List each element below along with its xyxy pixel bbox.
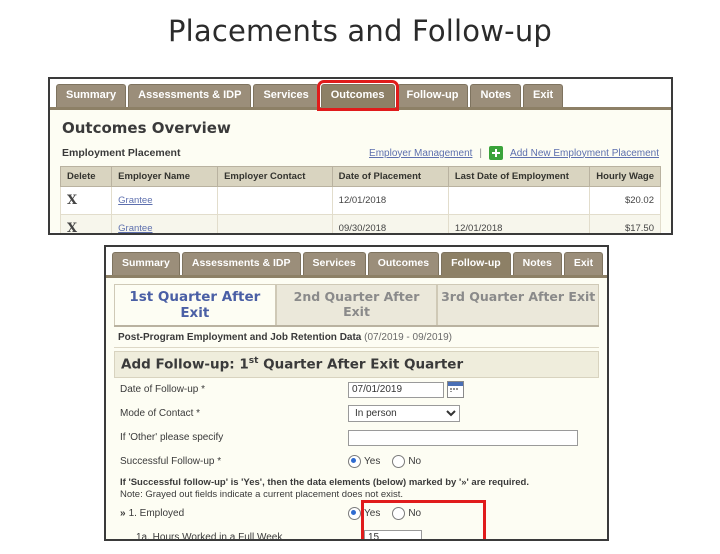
cell-hourly-wage: $20.02: [589, 186, 661, 215]
employed-yes-label: Yes: [364, 508, 381, 519]
required-note: If 'Successful follow-up' is 'Yes', then…: [114, 474, 599, 502]
successful-followup-row: Successful Follow-up * Yes No: [114, 450, 599, 474]
successful-no-label: No: [408, 456, 422, 467]
tab-followup[interactable]: Follow-up: [396, 84, 469, 107]
tab-services[interactable]: Services: [302, 252, 366, 275]
employed-no-label: No: [408, 508, 422, 519]
followup-screenshot: Summary Assessments & IDP Services Outco…: [104, 245, 609, 541]
tab-followup[interactable]: Follow-up: [441, 252, 511, 275]
other-specify-row: If 'Other' please specify: [114, 426, 599, 450]
required-note-line1: If 'Successful follow-up' is 'Yes', then…: [120, 476, 529, 488]
employer-management-link[interactable]: Employer Management: [369, 148, 472, 159]
cell-hourly-wage: $17.50: [589, 214, 661, 233]
add-followup-heading: Add Follow-up: 1st Quarter After Exit Qu…: [114, 351, 599, 378]
calendar-icon[interactable]: [447, 381, 464, 398]
tab-1st-quarter-after-exit[interactable]: 1st Quarter After Exit: [114, 284, 276, 325]
col-employer-name: Employer Name: [111, 166, 219, 187]
tab-exit[interactable]: Exit: [563, 252, 604, 275]
table-header-row: Delete Employer Name Employer Contact Da…: [59, 166, 661, 187]
tab-services[interactable]: Services: [253, 84, 319, 107]
mode-of-contact-label: Mode of Contact *: [120, 408, 201, 419]
col-date-of-placement: Date of Placement: [331, 166, 449, 187]
tab-2nd-quarter-after-exit[interactable]: 2nd Quarter After Exit: [275, 284, 438, 325]
followup-body: 1st Quarter After Exit 2nd Quarter After…: [106, 278, 607, 539]
successful-no-radio[interactable]: [392, 455, 406, 468]
page-title: Placements and Follow-up: [167, 14, 553, 48]
post-program-band: Post-Program Employment and Job Retentio…: [114, 327, 599, 348]
employed-no-radio[interactable]: [392, 507, 406, 520]
required-marker: »: [120, 508, 126, 519]
hours-worked-input[interactable]: [364, 529, 422, 539]
successful-yes-label: Yes: [364, 456, 381, 467]
successful-followup-label: Successful Follow-up *: [120, 456, 222, 467]
cell-employer-contact: [217, 214, 333, 233]
tab-summary[interactable]: Summary: [112, 252, 180, 275]
cell-employer-name: Grantee: [111, 214, 219, 233]
cell-date-of-placement: 09/30/2018: [331, 214, 449, 233]
employer-name-link[interactable]: Grantee: [118, 223, 152, 233]
mode-of-contact-row: Mode of Contact * In person: [114, 402, 599, 426]
col-hourly-wage: Hourly Wage: [589, 166, 661, 187]
employed-text: 1. Employed: [128, 508, 185, 519]
tab-outcomes[interactable]: Outcomes: [367, 252, 440, 275]
table-row: X Grantee 12/01/2018 $20.02: [59, 186, 661, 215]
tab-outcomes[interactable]: Outcomes: [316, 80, 399, 111]
outcomes-tabbar: Summary Assessments & IDP Services Outco…: [50, 79, 671, 111]
other-specify-input[interactable]: [348, 429, 578, 446]
col-delete: Delete: [59, 166, 113, 187]
cell-last-date: 12/01/2018: [447, 214, 591, 233]
table-row: X Grantee 09/30/2018 12/01/2018 $17.50: [59, 214, 661, 233]
quarter-tabs: 1st Quarter After Exit 2nd Quarter After…: [114, 284, 600, 327]
employment-placement-header: Employment Placement Employer Management…: [62, 146, 659, 160]
date-of-followup-input[interactable]: [348, 381, 444, 398]
add-employment-placement-link[interactable]: Add New Employment Placement: [510, 148, 659, 159]
successful-yes-radio[interactable]: [348, 455, 361, 468]
add-heading-pre: Add Follow-up: 1: [121, 356, 249, 373]
other-specify-label: If 'Other' please specify: [120, 432, 224, 443]
outcomes-screenshot: Summary Assessments & IDP Services Outco…: [48, 77, 673, 235]
band-range: (07/2019 - 09/2019): [364, 332, 452, 343]
employed-label: » 1. Employed: [120, 508, 348, 519]
tab-3rd-quarter-after-exit[interactable]: 3rd Quarter After Exit: [437, 284, 600, 325]
tab-assessments-idp[interactable]: Assessments & IDP: [128, 84, 252, 107]
col-employer-contact: Employer Contact: [217, 166, 333, 187]
cell-employer-contact: [217, 186, 333, 215]
date-of-followup-label: Date of Follow-up *: [120, 384, 206, 395]
link-separator: |: [479, 147, 483, 159]
mode-of-contact-select[interactable]: In person: [348, 405, 460, 422]
tab-notes[interactable]: Notes: [512, 252, 562, 275]
employed-row: » 1. Employed Yes No: [114, 502, 599, 526]
outcomes-heading: Outcomes Overview: [62, 119, 231, 137]
followup-tabbar: Summary Assessments & IDP Services Outco…: [106, 247, 607, 275]
hours-worked-row: 1a. Hours Worked in a Full Week: [114, 526, 599, 539]
plus-icon[interactable]: [489, 146, 504, 160]
outcomes-body: Outcomes Overview Employment Placement E…: [50, 110, 671, 233]
cell-date-of-placement: 12/01/2018: [331, 186, 449, 215]
band-text: Post-Program Employment and Job Retentio…: [118, 332, 362, 343]
tab-exit[interactable]: Exit: [523, 84, 564, 107]
delete-row-button[interactable]: X: [59, 186, 113, 215]
outcomes-actions: Employer Management | Add New Employment…: [369, 146, 659, 160]
tab-notes[interactable]: Notes: [470, 84, 522, 107]
add-heading-post: Quarter After Exit Quarter: [258, 356, 464, 373]
tab-summary[interactable]: Summary: [56, 84, 127, 107]
tab-assessments-idp[interactable]: Assessments & IDP: [181, 252, 301, 275]
employer-name-link[interactable]: Grantee: [118, 195, 152, 206]
required-note-line2: Note: Grayed out fields indicate a curre…: [120, 488, 404, 500]
col-last-date-employment: Last Date of Employment: [447, 166, 591, 187]
cell-employer-name: Grantee: [111, 186, 219, 215]
cell-last-date: [447, 186, 591, 215]
employed-yes-radio[interactable]: [348, 507, 361, 520]
date-of-followup-row: Date of Follow-up *: [114, 378, 599, 402]
delete-row-button[interactable]: X: [59, 214, 113, 233]
employment-placement-table: Delete Employer Name Employer Contact Da…: [59, 166, 661, 233]
employment-placement-label: Employment Placement: [62, 147, 181, 159]
